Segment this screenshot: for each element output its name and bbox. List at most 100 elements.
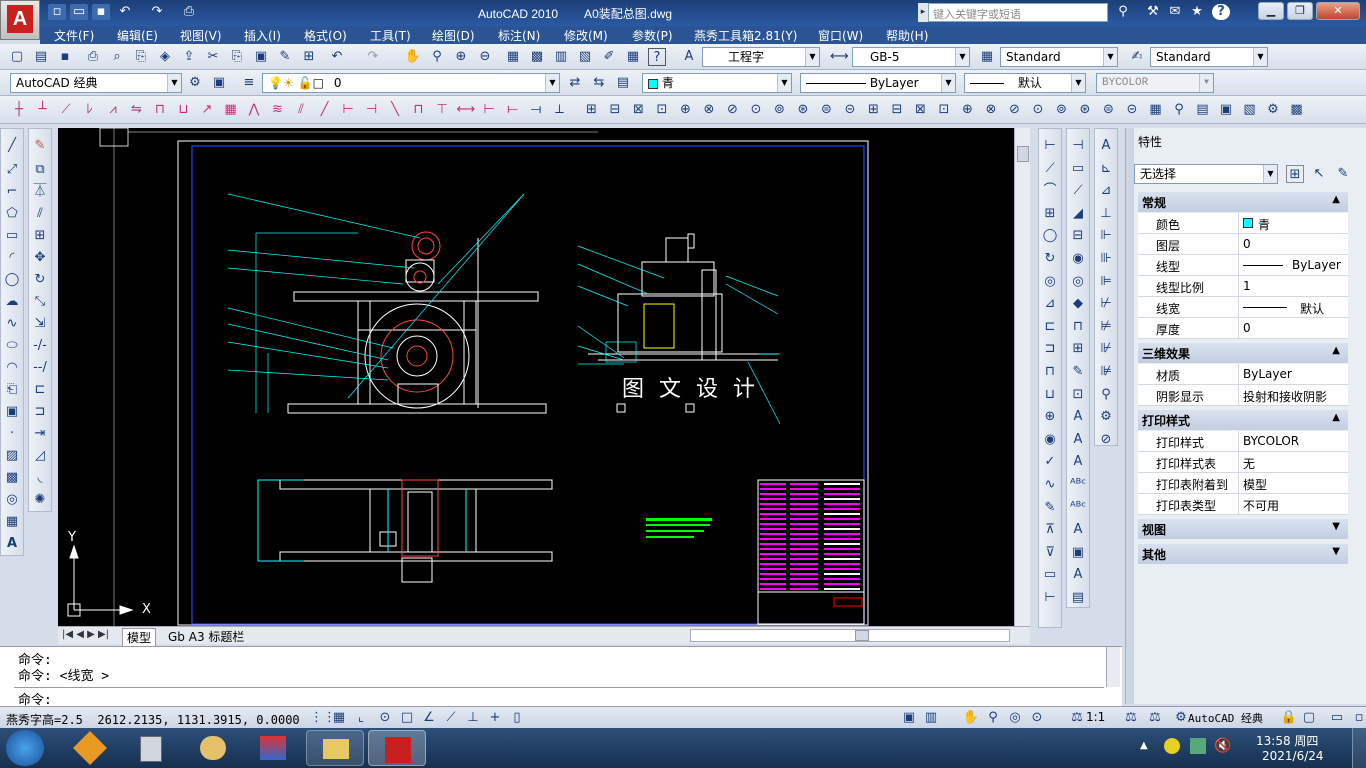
yanxiu-tool-icon[interactable]: ⊾ <box>1097 160 1115 178</box>
yanxiu-tool-icon[interactable]: ▤ <box>1069 589 1087 607</box>
point-icon[interactable]: · <box>3 425 21 443</box>
yanxiu-tool-icon[interactable]: A <box>1069 431 1087 449</box>
linetype-select[interactable]: ByLayer ▼ <box>800 73 956 93</box>
status-tray-icon[interactable]: ◎ <box>1006 709 1024 727</box>
properties-section-header[interactable]: 常规 ▲ <box>1138 192 1348 212</box>
yanxiu-tool-icon[interactable]: ✎ <box>1069 363 1087 381</box>
dimension-tool-icon[interactable]: ↗ <box>198 101 216 119</box>
select-objects-icon[interactable]: ↖ <box>1310 165 1328 183</box>
table-icon[interactable]: ▦ <box>3 513 21 531</box>
dimension-tool-icon[interactable]: ⊟ <box>606 101 624 119</box>
menu-insert[interactable]: 插入(I) <box>244 27 281 44</box>
dimension-tool-icon[interactable]: ≋ <box>269 101 287 119</box>
menu-modify[interactable]: 修改(M) <box>564 27 608 44</box>
yanxiu-tool-icon[interactable]: ⊽ <box>1041 544 1059 562</box>
dimension-tool-icon[interactable]: ⊘ <box>724 101 742 119</box>
dimension-tool-icon[interactable]: ⊛ <box>794 101 812 119</box>
yanxiu-tool-icon[interactable]: ⊫ <box>1097 273 1115 291</box>
yanxiu-tool-icon[interactable]: ▭ <box>1069 160 1087 178</box>
dimension-tool-icon[interactable]: ⊓ <box>410 101 428 119</box>
scale-icon[interactable]: ⤡ <box>31 293 49 311</box>
ellipse-icon[interactable]: ⬭ <box>3 337 21 355</box>
yanxiu-tool-icon[interactable]: ⊿ <box>1041 295 1059 313</box>
application-menu-button[interactable]: A <box>0 0 40 40</box>
dimension-tool-icon[interactable]: ┴ <box>34 101 52 119</box>
dimension-tool-icon[interactable]: ▤ <box>1194 101 1212 119</box>
status-tray-icon[interactable]: ▣ <box>900 709 918 727</box>
dimension-tool-icon[interactable]: ┼ <box>10 101 28 119</box>
properties-section-header[interactable]: 视图 ▼ <box>1138 519 1348 539</box>
horizontal-scrollbar[interactable] <box>690 629 1010 642</box>
properties-section-header[interactable]: 打印样式 ▲ <box>1138 410 1348 430</box>
yanxiu-tool-icon[interactable]: ◉ <box>1069 250 1087 268</box>
dimension-tool-icon[interactable]: ⊠ <box>630 101 648 119</box>
plotstyle-select[interactable]: BYCOLOR ▼ <box>1096 73 1214 93</box>
dimension-tool-icon[interactable]: ⊟ <box>888 101 906 119</box>
trim-icon[interactable]: -/- <box>31 337 49 355</box>
dimension-tool-icon[interactable]: ⊣ <box>363 101 381 119</box>
explode-icon[interactable]: ✺ <box>31 491 49 509</box>
drafting-setting-icon[interactable]: + <box>486 709 504 727</box>
yanxiu-tool-icon[interactable]: ⊮ <box>1097 340 1115 358</box>
clock-time[interactable]: 13:58 周四 <box>1256 732 1318 749</box>
multileader-style-icon[interactable]: ✍ <box>1128 48 1146 66</box>
yanxiu-tool-icon[interactable]: ▭ <box>1041 566 1059 584</box>
yanxiu-tool-icon[interactable]: ⊓ <box>1041 363 1059 381</box>
yanxiu-tool-icon[interactable]: ↻ <box>1041 250 1059 268</box>
yanxiu-tool-icon[interactable]: ◢ <box>1069 205 1087 223</box>
drafting-setting-icon[interactable]: ∠ <box>420 709 438 727</box>
print-icon[interactable]: ⎙ <box>180 4 198 20</box>
property-row[interactable]: 图层 0 <box>1138 234 1348 255</box>
yanxiu-tool-icon[interactable]: ◉ <box>1041 431 1059 449</box>
tray-network-icon[interactable] <box>1190 738 1206 754</box>
property-row[interactable]: 厚度 0 <box>1138 318 1348 339</box>
drawing-area[interactable]: 图 文 设 计 Y X <box>58 128 1014 626</box>
yanxiu-tool-icon[interactable]: ∿ <box>1041 476 1059 494</box>
yanxiu-tool-icon[interactable]: ◎ <box>1041 273 1059 291</box>
yanxiu-tool-icon[interactable]: ◎ <box>1069 273 1087 291</box>
zoom-realtime-icon[interactable]: ⚲ <box>428 48 446 66</box>
undo-toolbar-icon[interactable]: ↶ <box>328 48 346 66</box>
open-file-icon[interactable]: ▤ <box>32 48 50 66</box>
quick-select-icon[interactable]: ✎ <box>1334 165 1352 183</box>
etransmit-icon[interactable]: ⇪ <box>180 48 198 66</box>
arc-icon[interactable]: ◜ <box>3 249 21 267</box>
menu-draw[interactable]: 绘图(D) <box>432 27 475 44</box>
yanxiu-tool-icon[interactable]: ⟋ <box>1041 160 1059 178</box>
yanxiu-tool-icon[interactable]: ⊏ <box>1041 318 1059 336</box>
yanxiu-tool-icon[interactable]: ✎ <box>1041 499 1059 517</box>
workspace-settings-icon[interactable]: ⚙ <box>186 74 204 92</box>
paste-icon[interactable]: ▣ <box>252 48 270 66</box>
yanxiu-tool-icon[interactable]: ⊣ <box>1069 137 1087 155</box>
dimension-tool-icon[interactable]: ⊝ <box>1123 101 1141 119</box>
drafting-setting-icon[interactable]: ⟋ <box>442 709 460 727</box>
command-input[interactable]: 命令: <box>14 687 1104 708</box>
yanxiu-tool-icon[interactable]: ⊥ <box>1097 205 1115 223</box>
copy-object-icon[interactable]: ⧉ <box>31 161 49 179</box>
horizontal-scroll-thumb[interactable] <box>855 630 869 641</box>
menu-window[interactable]: 窗口(W) <box>818 27 863 44</box>
drafting-setting-icon[interactable]: ⋮⋮ <box>310 709 336 727</box>
property-row[interactable]: 打印表附着到 模型 <box>1138 473 1348 494</box>
dimension-tool-icon[interactable]: ⊕ <box>677 101 695 119</box>
dimension-tool-icon[interactable]: ⟂ <box>551 101 569 119</box>
dimension-tool-icon[interactable]: ⚲ <box>1170 101 1188 119</box>
tab-model[interactable]: 模型 <box>122 628 157 646</box>
menu-edit[interactable]: 编辑(E) <box>117 27 158 44</box>
gradient-icon[interactable]: ▩ <box>3 469 21 487</box>
table-style-icon[interactable]: ▦ <box>978 48 996 66</box>
yanxiu-tool-icon[interactable]: ⊕ <box>1041 408 1059 426</box>
dimension-tool-icon[interactable]: ⊕ <box>959 101 977 119</box>
mtext-icon[interactable]: A <box>3 535 21 553</box>
yanxiu-tool-icon[interactable]: ⊟ <box>1069 227 1087 245</box>
yanxiu-tool-icon[interactable]: ⊢ <box>1041 137 1059 155</box>
status-tray-icon[interactable]: ⊙ <box>1028 709 1046 727</box>
maximize-button[interactable]: ❐ <box>1287 2 1313 20</box>
taskbar-catia-icon[interactable] <box>244 730 302 766</box>
close-button[interactable]: ✕ <box>1316 2 1360 20</box>
yanxiu-tool-icon[interactable]: ⌒ <box>1041 182 1059 200</box>
dimension-tool-icon[interactable]: ⟞ <box>527 101 545 119</box>
dimension-tool-icon[interactable]: ⊤ <box>433 101 451 119</box>
layer-select[interactable]: 💡☀ 🔓□ 0 ▼ <box>262 73 560 93</box>
status-tray-icon[interactable]: ⚖ <box>1122 709 1140 727</box>
